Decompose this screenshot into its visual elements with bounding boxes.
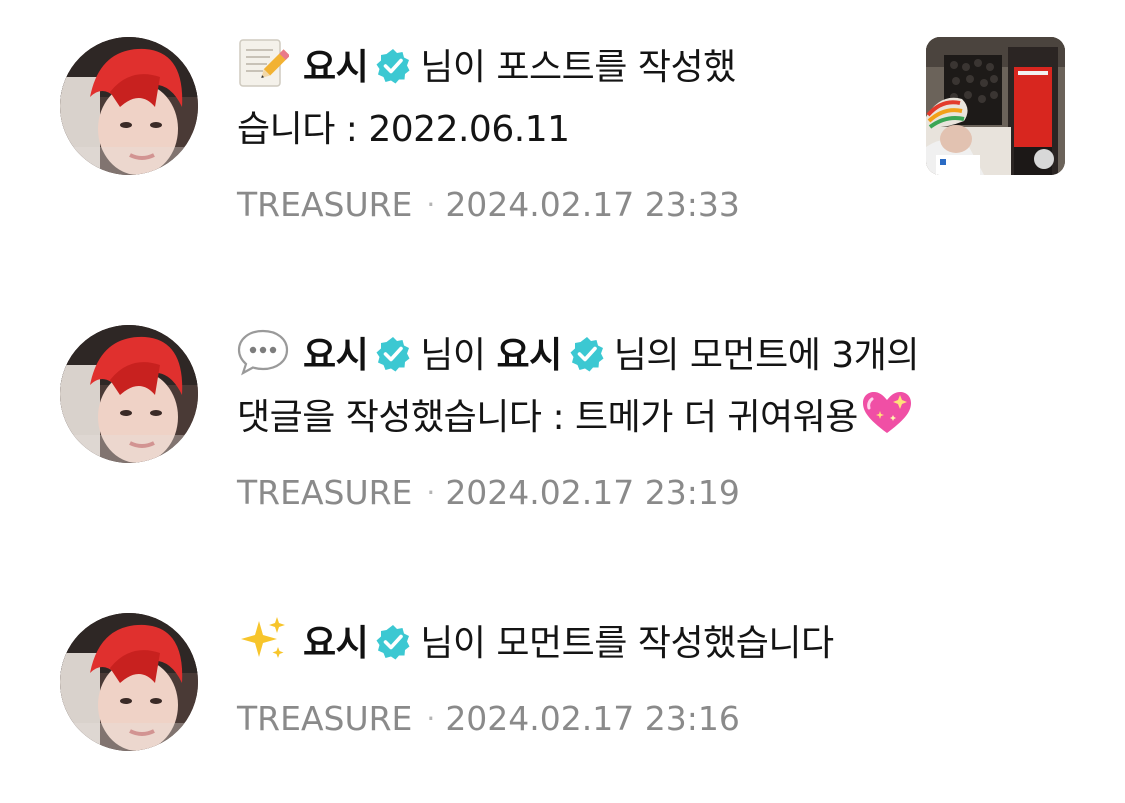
- author-name[interactable]: 요시: [303, 47, 369, 88]
- notification-meta: TREASURE · 2024.02.17 23:33: [237, 185, 740, 224]
- notification-text-line: 댓글을 작성했습니다 : 트메가 더 귀여워용: [237, 387, 1037, 449]
- notification-text-line: 요시 님이 포스트를 작성했: [237, 37, 1037, 99]
- action-text: 님이 모먼트를 작성했습니다: [420, 623, 834, 664]
- timestamp: 2024.02.17 23:19: [445, 473, 740, 512]
- avatar[interactable]: [60, 325, 198, 463]
- action-text-tail: 님의 모먼트에 3개의: [613, 335, 920, 376]
- timestamp: 2024.02.17 23:33: [445, 185, 740, 224]
- notification-text-line: 요시 님이 모먼트를 작성했습니다: [237, 613, 1037, 675]
- separator: ·: [426, 476, 436, 509]
- notification-meta: TREASURE · 2024.02.17 23:16: [237, 699, 740, 738]
- verified-badge-icon: [374, 47, 412, 85]
- notification-item[interactable]: 요시 님이 포스트를 작성했 습니다 : 2022.06.11 TREASURE…: [0, 0, 1125, 260]
- action-text-continued: 습니다 : 2022.06.11: [237, 109, 570, 150]
- separator: ·: [426, 188, 436, 221]
- notification-feed: 요시 님이 포스트를 작성했 습니다 : 2022.06.11 TREASURE…: [0, 0, 1125, 803]
- verified-badge-icon: [568, 335, 606, 373]
- notification-body: 요시 님이 모먼트를 작성했습니다 TREASURE · 2024.02.17 23…: [237, 613, 1037, 738]
- timestamp: 2024.02.17 23:16: [445, 699, 740, 738]
- author-name[interactable]: 요시: [303, 623, 369, 664]
- author-name[interactable]: 요시: [303, 335, 369, 376]
- sparkles-icon: [237, 613, 289, 665]
- post-thumbnail[interactable]: [926, 37, 1065, 175]
- sparkling-heart-icon: [860, 389, 914, 437]
- avatar[interactable]: [60, 37, 198, 175]
- notification-meta: TREASURE · 2024.02.17 23:19: [237, 473, 740, 512]
- speech-bubble-icon: [237, 325, 289, 377]
- group-name: TREASURE: [237, 699, 413, 738]
- memo-icon: [237, 37, 289, 89]
- avatar[interactable]: [60, 613, 198, 751]
- notification-body: 요시 님이 포스트를 작성했 습니다 : 2022.06.11 TREASURE…: [237, 37, 1037, 224]
- separator: ·: [426, 702, 436, 735]
- target-name[interactable]: 요시: [496, 335, 562, 376]
- verified-badge-icon: [374, 335, 412, 373]
- action-text: 님이 포스트를 작성했: [420, 47, 736, 88]
- notification-item[interactable]: 요시 님이 요시 님의 모먼트에 3개의 댓글을 작성했습니다 : 트메가 더 …: [0, 288, 1125, 548]
- verified-badge-icon: [374, 623, 412, 661]
- group-name: TREASURE: [237, 473, 413, 512]
- notification-text-line: 요시 님이 요시 님의 모먼트에 3개의: [237, 325, 1037, 387]
- action-text: 님이: [420, 335, 486, 376]
- action-text-continued: 댓글을 작성했습니다 : 트메가 더 귀여워용: [237, 397, 858, 438]
- group-name: TREASURE: [237, 185, 413, 224]
- notification-item[interactable]: 요시 님이 모먼트를 작성했습니다 TREASURE · 2024.02.17 23…: [0, 576, 1125, 803]
- notification-body: 요시 님이 요시 님의 모먼트에 3개의 댓글을 작성했습니다 : 트메가 더 …: [237, 325, 1037, 512]
